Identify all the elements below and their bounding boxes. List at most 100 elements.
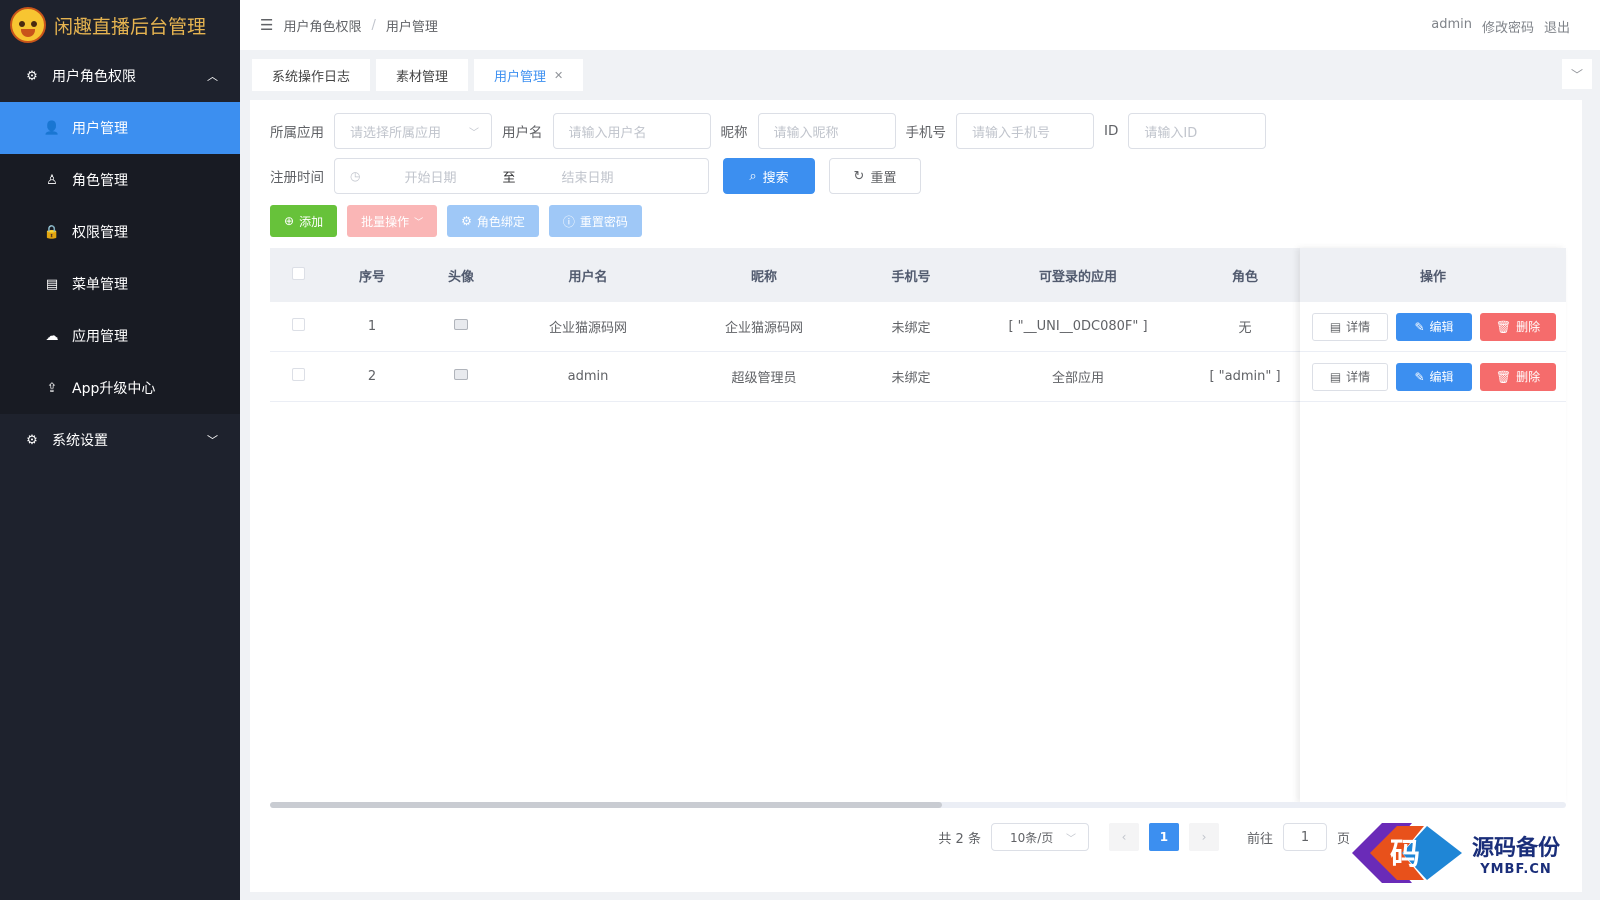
username-input[interactable]: 请输入用户名 [552,113,711,149]
change-password-link[interactable]: 修改密码 [1482,17,1534,36]
document-icon: ▤ [1329,319,1342,334]
delete-label: 删除 [1516,320,1541,334]
page-size-value: 10条/页 [1009,830,1054,845]
tab-system-log[interactable]: 系统操作日志 [252,59,371,91]
breadcrumb-item[interactable]: 用户角色权限 [283,16,361,35]
tab-user-management[interactable]: 用户管理 ✕ [474,59,584,91]
app-select-placeholder: 请选择所属应用 [350,125,442,141]
tab-material[interactable]: 素材管理 [376,59,469,91]
sidebar-item-label: 角色管理 [72,173,128,189]
sidebar-item-label: 权限管理 [72,225,128,241]
select-all-cell [270,266,326,284]
row-checkbox[interactable] [291,318,305,331]
page-number[interactable]: 1 [1148,823,1179,851]
add-button[interactable]: ⊕ 添加 [270,205,338,237]
cell-username: admin [567,369,609,384]
username-filter-label: 用户名 [502,125,543,141]
sidebar-item-permission-management[interactable]: 🔒 权限管理 [0,206,240,258]
sidebar-item-app-management[interactable]: ☁ 应用管理 [0,310,240,362]
detail-button[interactable]: ▤ 详情 [1312,312,1388,341]
edit-label: 编辑 [1429,370,1454,384]
cell-index: 1 [367,319,377,334]
id-filter-label: ID [1104,123,1119,139]
image-placeholder-icon [454,319,468,330]
tab-menu-chevron-icon[interactable]: ﹀ [1562,59,1592,89]
row-checkbox[interactable] [291,368,305,381]
batch-button-label: 批量操作 [361,214,410,229]
watermark-glyph: 码 [1390,837,1420,872]
end-date-placeholder: 结束日期 [561,170,614,186]
nickname-input[interactable]: 请输入昵称 [757,113,896,149]
page-size-select[interactable]: 10条/页 ﹀ [990,823,1089,851]
app-filter-label: 所属应用 [270,125,324,141]
prev-page-button[interactable]: ‹ [1108,823,1139,851]
sidebar-item-user-management[interactable]: 👤 用户管理 [0,102,240,154]
chevron-down-icon: ﹀ [469,127,479,139]
sidebar-group-label: 系统设置 [52,433,108,449]
app-logo[interactable]: 闲趣直播后台管理 [0,0,240,50]
total-count: 共 2 条 [938,831,981,847]
gear-icon: ⚙ [26,432,38,448]
date-range-picker[interactable]: ◷ 开始日期 至 结束日期 [334,158,709,194]
reset-password-button[interactable]: ⓘ 重置密码 [548,205,642,237]
sidebar: 闲趣直播后台管理 ⚙ 用户角色权限 ︿ 👤 用户管理 ♙ 角色管理 🔒 权限管理… [0,0,240,900]
close-icon[interactable]: ✕ [554,69,563,82]
collapse-menu-icon[interactable]: ☰ [260,16,273,34]
header-role: 角色 [1231,269,1258,285]
phone-input[interactable]: 请输入手机号 [956,113,1094,149]
edit-button[interactable]: ✎ 编辑 [1396,362,1472,391]
sidebar-item-role-management[interactable]: ♙ 角色管理 [0,154,240,206]
app-select[interactable]: 请选择所属应用 ﹀ [334,113,492,149]
gear-icon: ⚙ [461,214,472,228]
header-avatar: 头像 [447,269,474,285]
nickname-placeholder: 请输入昵称 [773,125,839,141]
current-user-link[interactable]: admin [1431,17,1472,36]
detail-button[interactable]: ▤ 详情 [1312,362,1388,391]
cloud-upload-icon: ⇪ [46,380,58,396]
sidebar-group-user-role[interactable]: ⚙ 用户角色权限 ︿ [0,50,240,102]
fixed-actions-column: 操作 ▤ 详情 ✎ 编辑 🗑 删除 ▤ 详情 ✎ 编辑 🗑 删除 [1300,248,1566,803]
sidebar-group-system-settings[interactable]: ⚙ 系统设置 ﹀ [0,414,240,466]
goto-page-value: 1 [1300,829,1310,845]
cell-phone: 未绑定 [891,321,931,336]
sidebar-item-app-upgrade[interactable]: ⇪ App升级中心 [0,362,240,414]
nickname-filter-label: 昵称 [720,125,748,141]
bind-role-label: 角色绑定 [476,214,525,229]
trash-icon: 🗑 [1495,369,1512,384]
username-placeholder: 请输入用户名 [568,125,647,141]
tab-label: 素材管理 [396,69,449,85]
search-icon: ⌕ [749,168,757,184]
gear-icon: ⚙ [26,68,38,84]
header-index: 序号 [358,269,385,285]
id-placeholder: 请输入ID [1144,125,1198,141]
edit-label: 编辑 [1429,320,1454,334]
horizontal-scrollbar[interactable] [270,802,1566,808]
edit-button[interactable]: ✎ 编辑 [1396,312,1472,341]
goto-page-input[interactable]: 1 [1282,823,1327,851]
cell-nickname: 超级管理员 [731,371,797,386]
watermark: 码 源码备份 YMBF.CN [1351,818,1560,888]
id-input[interactable]: 请输入ID [1128,113,1267,149]
chevron-left-icon: ‹ [1121,830,1127,844]
cell-apps: 全部应用 [1051,371,1104,386]
logout-link[interactable]: 退出 [1544,17,1570,36]
start-date-placeholder: 开始日期 [404,170,457,186]
cell-username: 企业猫源码网 [548,321,627,336]
delete-label: 删除 [1516,370,1541,384]
phone-filter-label: 手机号 [905,125,947,141]
reset-button[interactable]: ↻ 重置 [829,158,921,194]
row-select-cell [270,318,326,335]
delete-button[interactable]: 🗑 删除 [1480,312,1556,341]
next-page-button[interactable]: › [1188,823,1219,851]
row-actions: ▤ 详情 ✎ 编辑 🗑 删除 [1300,352,1566,402]
bind-role-button[interactable]: ⚙ 角色绑定 [447,205,539,237]
batch-operation-button[interactable]: 批量操作 ﹀ [347,205,438,237]
range-separator: 至 [502,170,516,186]
edit-icon: ✎ [1414,369,1425,384]
scrollbar-thumb[interactable] [270,802,942,808]
delete-button[interactable]: 🗑 删除 [1480,362,1556,391]
select-all-checkbox[interactable] [291,266,305,280]
search-button[interactable]: ⌕ 搜索 [723,158,815,194]
cell-avatar [418,369,504,384]
sidebar-item-menu-management[interactable]: ▤ 菜单管理 [0,258,240,310]
